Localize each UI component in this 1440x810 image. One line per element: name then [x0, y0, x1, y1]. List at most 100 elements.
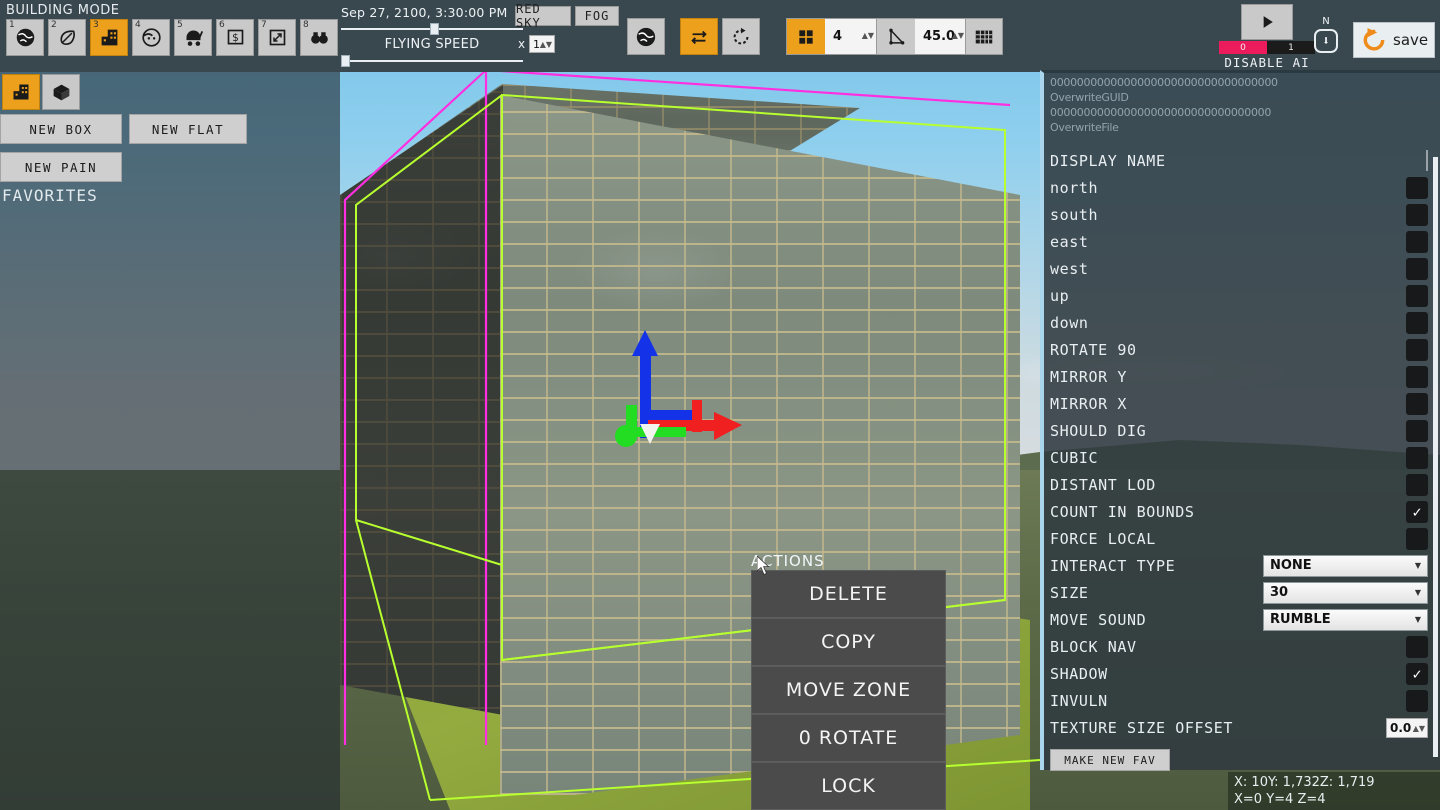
mode-button-economy[interactable]: 6 $: [216, 19, 254, 56]
checkbox-mirror-x[interactable]: [1406, 392, 1428, 415]
coordinate-readout: X: 10Y: 1,732Z: 1,719 X=0 Y=4 Z=4: [1228, 772, 1440, 810]
mode-button-world[interactable]: 1: [6, 19, 44, 56]
checkbox-south[interactable]: [1406, 203, 1428, 226]
ai-toggle-segment-on[interactable]: 0: [1219, 41, 1267, 54]
spinner-arrows-icon[interactable]: ▲▼: [1413, 724, 1425, 733]
checkbox-mirror-y[interactable]: [1406, 365, 1428, 388]
property-control: [1406, 257, 1428, 280]
make-new-fav-button[interactable]: MAKE NEW FAV: [1050, 749, 1170, 771]
property-label: MOVE SOUND: [1050, 610, 1147, 629]
time-slider[interactable]: [341, 23, 523, 35]
checkbox-invuln[interactable]: [1406, 689, 1428, 712]
fog-button[interactable]: FOG: [575, 6, 619, 26]
ai-play-button[interactable]: [1241, 4, 1293, 40]
red-sky-button[interactable]: RED SKY: [515, 2, 571, 30]
checkbox-count-in-bounds[interactable]: ✓: [1406, 500, 1428, 523]
context-menu-items: DELETE COPY MOVE ZONE 0 ROTATE LOCK: [751, 570, 946, 810]
mode-button-building[interactable]: 3: [90, 19, 128, 56]
checkbox-west[interactable]: [1406, 257, 1428, 280]
property-control: [1426, 150, 1428, 171]
chevron-down-icon: ▼: [1414, 561, 1421, 570]
property-control: [1406, 365, 1428, 388]
property-control: [1406, 689, 1428, 712]
new-box-button[interactable]: NEW BOX: [0, 114, 122, 144]
checkbox-distant-lod[interactable]: [1406, 473, 1428, 496]
spinner-arrows-icon[interactable]: ▲▼: [862, 31, 874, 40]
angle-snap-input[interactable]: 45.0 ▲▼: [915, 19, 969, 54]
property-label: down: [1050, 313, 1089, 332]
checkbox-rotate-90[interactable]: [1406, 338, 1428, 361]
context-menu-item-move-zone[interactable]: MOVE ZONE: [751, 666, 946, 714]
speed-multiplier-prefix: x: [518, 37, 526, 51]
mode-button-stroller[interactable]: 5: [174, 19, 212, 56]
flying-speed-slider[interactable]: [341, 55, 523, 67]
dropdown-move-sound[interactable]: RUMBLE ▼: [1263, 608, 1428, 631]
new-flat-button[interactable]: NEW FLAT: [129, 114, 247, 144]
speed-slider-handle[interactable]: [341, 55, 350, 67]
editor-window: BUILDING MODE 1 2 3 4 5 6 $ 7 8 Sep 27, …: [0, 0, 1440, 810]
dropdown-size[interactable]: 30 ▼: [1263, 581, 1428, 604]
property-control: [1406, 338, 1428, 361]
checkbox-down[interactable]: [1406, 311, 1428, 334]
time-controls: Sep 27, 2100, 3:30:00 PM FLYING SPEED: [341, 5, 523, 67]
mode-button-resize[interactable]: 7: [258, 19, 296, 56]
property-control: [1406, 311, 1428, 334]
mode-number: 1: [9, 20, 15, 30]
checkbox-cubic[interactable]: [1406, 446, 1428, 469]
speed-multiplier-input[interactable]: 1 ▲▼: [529, 35, 555, 53]
property-control: [1406, 392, 1428, 415]
checkbox-up[interactable]: [1406, 284, 1428, 307]
spinner-arrows-icon[interactable]: ▲▼: [952, 31, 964, 40]
sidebar-tab-prefab[interactable]: [42, 74, 80, 110]
checkbox-force-local[interactable]: [1406, 527, 1428, 550]
property-control: [1406, 446, 1428, 469]
properties-scrollbar[interactable]: [1433, 157, 1438, 757]
property-control: 0.0 ▲▼: [1386, 717, 1428, 738]
context-menu-item-0-rotate[interactable]: 0 ROTATE: [751, 714, 946, 762]
mode-button-npc[interactable]: 4: [132, 19, 170, 56]
checkbox-should-dig[interactable]: [1406, 419, 1428, 442]
translate-tool-button[interactable]: [680, 18, 718, 55]
world-tool-button[interactable]: [627, 18, 665, 55]
globe-icon: [16, 28, 34, 47]
mode-button-nature[interactable]: 2: [48, 19, 86, 56]
sidebar-tab-building[interactable]: [2, 74, 40, 110]
angle-snap-value: 45.0: [923, 29, 956, 44]
rotate-tool-button[interactable]: [722, 18, 760, 55]
disable-ai-control[interactable]: 0 1 DISABLE AI: [1219, 4, 1315, 70]
checkbox-north[interactable]: [1406, 176, 1428, 199]
property-row: TEXTURE SIZE OFFSET 0.0 ▲▼: [1044, 714, 1440, 741]
checkbox-shadow[interactable]: ✓: [1406, 662, 1428, 685]
overwrite-file-label: OverwriteFile: [1050, 121, 1119, 134]
new-pain-button[interactable]: NEW PAIN: [0, 152, 122, 182]
context-menu-item-copy[interactable]: COPY: [751, 618, 946, 666]
context-menu-item-lock[interactable]: LOCK: [751, 762, 946, 810]
property-label: BLOCK NAV: [1050, 637, 1137, 656]
angle-snap-control[interactable]: 45.0 ▲▼: [876, 18, 970, 55]
time-slider-handle[interactable]: [430, 23, 440, 35]
grid-toggle-button[interactable]: [965, 18, 1003, 55]
ai-toggle-segment-off[interactable]: 1: [1267, 41, 1315, 54]
save-button[interactable]: save: [1353, 22, 1435, 58]
property-control: [1406, 284, 1428, 307]
grid-snap-input[interactable]: 4 ▲▼: [825, 19, 879, 54]
property-label: north: [1050, 178, 1099, 197]
compass-control[interactable]: N ⬇: [1313, 16, 1339, 53]
grid-snap-control[interactable]: 4 ▲▼: [786, 18, 880, 55]
resize-icon: [269, 29, 285, 46]
texture-size-offset-input[interactable]: 0.0 ▲▼: [1386, 717, 1428, 738]
mode-button-view[interactable]: 8: [300, 19, 338, 56]
context-menu-item-delete[interactable]: DELETE: [751, 570, 946, 618]
property-row: SHOULD DIG: [1044, 417, 1440, 444]
ai-toggle-track[interactable]: 0 1: [1219, 41, 1315, 54]
checkbox-east[interactable]: [1406, 230, 1428, 253]
dropdown-interact-type[interactable]: NONE ▼: [1263, 554, 1428, 577]
mode-number: 8: [303, 20, 309, 30]
display-name-input[interactable]: [1426, 150, 1428, 171]
checkbox-block-nav[interactable]: [1406, 635, 1428, 658]
angle-icon: [889, 28, 905, 44]
face-icon: [141, 28, 161, 47]
chevron-down-icon: ▼: [1414, 588, 1421, 597]
spinner-arrows-icon[interactable]: ▲▼: [540, 40, 552, 49]
down-arrow-icon[interactable]: ⬇: [1314, 29, 1338, 53]
